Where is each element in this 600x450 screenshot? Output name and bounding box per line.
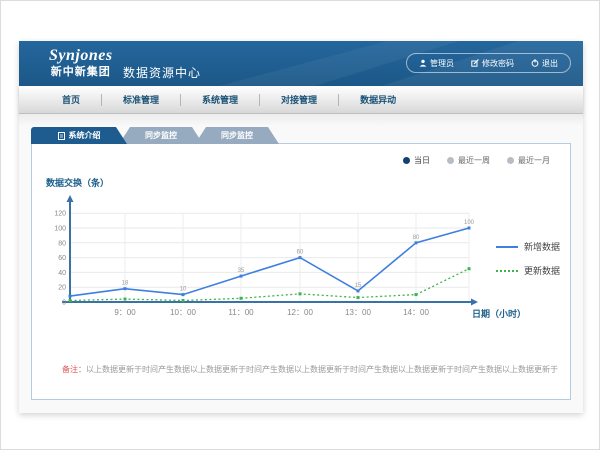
change-password-label: 修改密码 — [482, 58, 514, 69]
tab-label: 同步监控 — [145, 130, 177, 141]
chart-legend: 新增数据 更新数据 — [496, 240, 560, 277]
tab-system-intro[interactable]: 系统介绍 — [31, 127, 127, 144]
period-radio-group: 当日 最近一周 最近一月 — [403, 155, 550, 166]
legend-item-new-data[interactable]: 新增数据 — [496, 240, 560, 253]
svg-text:80: 80 — [58, 240, 66, 247]
tab-sync-monitor-2[interactable]: 同步监控 — [195, 127, 279, 144]
svg-text:100: 100 — [54, 226, 66, 233]
radio-label: 最近一月 — [518, 155, 550, 166]
nav-item-home[interactable]: 首页 — [41, 93, 101, 106]
line-chart: 0 20 40 60 80 100 120 9：00 10：00 11：00 12：00 13：00 1… — [54, 191, 524, 336]
tab-bar: 系统介绍 同步监控 同步监控 — [31, 127, 279, 144]
radio-dot-icon — [447, 157, 454, 164]
radio-last-month[interactable]: 最近一月 — [507, 155, 550, 166]
svg-text:35: 35 — [238, 268, 245, 274]
admin-user-button[interactable]: 管理员 — [419, 58, 454, 69]
user-icon — [419, 59, 427, 67]
company-logo: Synjones 新中新集团 — [49, 48, 113, 78]
svg-text:120: 120 — [54, 211, 66, 218]
page-title: 数据资源中心 — [123, 64, 201, 81]
document-icon — [58, 132, 65, 140]
main-nav: 首页 标准管理 系统管理 对接管理 数据异动 — [19, 86, 583, 114]
svg-text:0: 0 — [62, 300, 66, 307]
screenshot-frame: Synjones 新中新集团 数据资源中心 管理员 修改密码 退出 — [0, 0, 600, 450]
footnote-tag: 备注： — [62, 365, 86, 374]
radio-label: 最近一周 — [458, 155, 490, 166]
svg-text:60: 60 — [297, 250, 304, 256]
power-icon — [531, 59, 539, 67]
admin-user-label: 管理员 — [430, 58, 454, 69]
nav-item-standard-mgmt[interactable]: 标准管理 — [102, 93, 180, 106]
svg-text:14：00: 14：00 — [403, 308, 429, 317]
legend-label: 新增数据 — [524, 240, 560, 253]
svg-text:12：00: 12：00 — [287, 308, 313, 317]
radio-dot-icon — [507, 157, 514, 164]
nav-item-system-mgmt[interactable]: 系统管理 — [181, 93, 259, 106]
radio-today[interactable]: 当日 — [403, 155, 430, 166]
svg-text:40: 40 — [58, 270, 66, 277]
chart-panel: 当日 最近一周 最近一月 数据交换（条） 0 20 40 60 80 100 120 9：00… — [31, 143, 571, 400]
app-window: Synjones 新中新集团 数据资源中心 管理员 修改密码 退出 — [19, 41, 583, 413]
radio-label: 当日 — [414, 155, 430, 166]
dotted-line-swatch — [496, 270, 518, 272]
svg-text:10: 10 — [180, 287, 187, 293]
nav-item-interface-mgmt[interactable]: 对接管理 — [260, 93, 338, 106]
user-menu: 管理员 修改密码 退出 — [406, 53, 571, 73]
radio-last-week[interactable]: 最近一周 — [447, 155, 490, 166]
company-name: 新中新集团 — [49, 67, 113, 78]
svg-text:9：00: 9：00 — [114, 308, 136, 317]
svg-text:11：00: 11：00 — [228, 308, 254, 317]
svg-text:80: 80 — [413, 235, 420, 241]
nav-item-data-change[interactable]: 数据异动 — [339, 93, 417, 106]
tab-sync-monitor-1[interactable]: 同步监控 — [119, 127, 203, 144]
logout-label: 退出 — [542, 58, 558, 69]
svg-text:13：00: 13：00 — [345, 308, 371, 317]
change-password-button[interactable]: 修改密码 — [471, 58, 514, 69]
solid-line-swatch — [496, 246, 518, 248]
tab-label: 系统介绍 — [69, 130, 101, 141]
svg-text:100: 100 — [464, 220, 475, 226]
footnote-text: 以上数据更新于时间产生数据以上数据更新于时间产生数据以上数据更新于时间产生数据以… — [86, 365, 558, 374]
legend-label: 更新数据 — [524, 264, 560, 277]
brand-name: Synjones — [49, 48, 113, 64]
radio-dot-icon — [403, 157, 410, 164]
app-header: Synjones 新中新集团 数据资源中心 管理员 修改密码 退出 — [19, 41, 583, 86]
footnote: 备注：以上数据更新于时间产生数据以上数据更新于时间产生数据以上数据更新于时间产生… — [62, 364, 558, 375]
content-area: 系统介绍 同步监控 同步监控 当日 最近一周 — [19, 114, 583, 413]
svg-text:20: 20 — [58, 285, 66, 292]
svg-text:15: 15 — [355, 283, 362, 289]
svg-text:60: 60 — [58, 255, 66, 262]
tab-label: 同步监控 — [221, 130, 253, 141]
svg-text:10：00: 10：00 — [170, 308, 196, 317]
legend-item-updated-data[interactable]: 更新数据 — [496, 264, 560, 277]
y-axis-title: 数据交换（条） — [46, 176, 109, 189]
svg-text:日期（小时）: 日期（小时） — [472, 308, 524, 319]
edit-icon — [471, 59, 479, 67]
svg-text:18: 18 — [122, 281, 129, 287]
logout-button[interactable]: 退出 — [531, 58, 558, 69]
